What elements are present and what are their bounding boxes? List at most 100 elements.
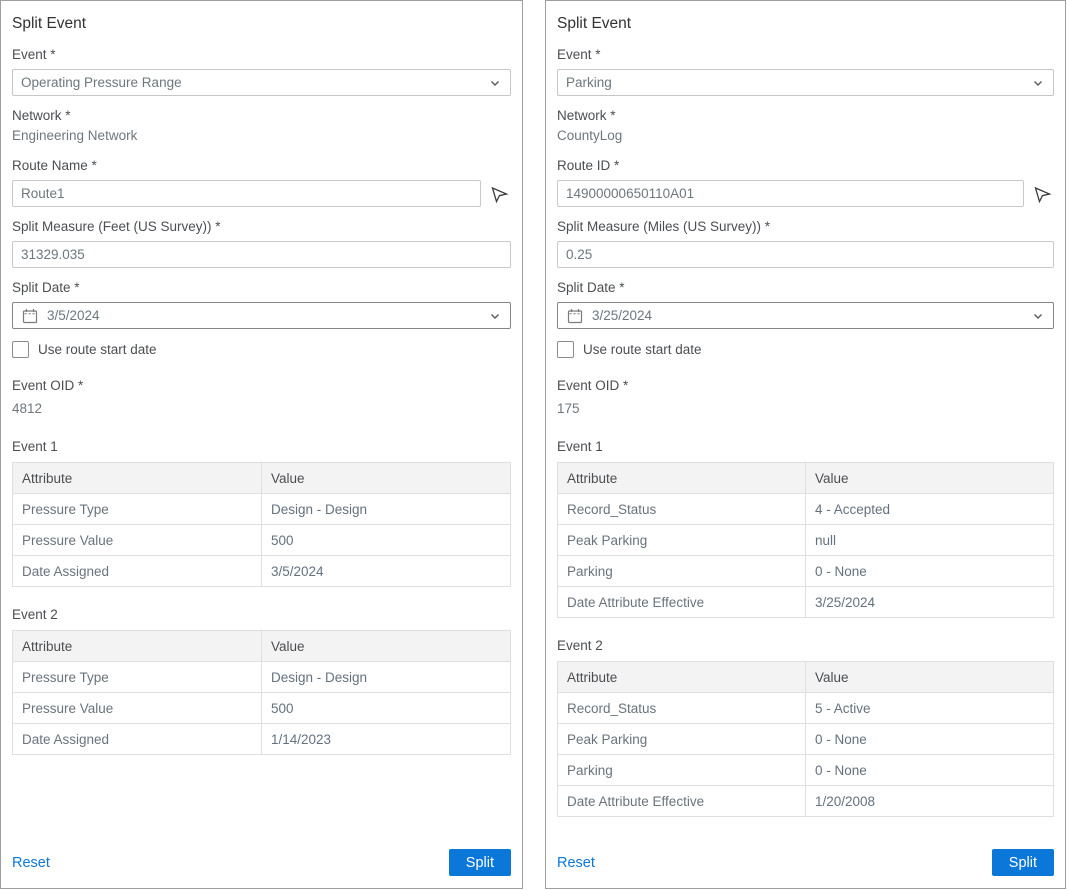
select-on-map-icon[interactable] [1030, 182, 1054, 206]
event1-title: Event 1 [12, 439, 511, 454]
attribute-cell: Date Attribute Effective [558, 587, 806, 618]
value-cell: 500 [262, 693, 511, 724]
event1-title: Event 1 [557, 439, 1054, 454]
reset-button[interactable]: Reset [557, 855, 595, 871]
split-button[interactable]: Split [449, 849, 511, 876]
table-row: Record_Status4 - Accepted [558, 494, 1054, 525]
measure-label: Split Measure (Miles (US Survey)) * [557, 219, 1054, 234]
event-oid-label: Event OID * [12, 378, 511, 393]
select-on-map-icon[interactable] [487, 182, 511, 206]
route-row [12, 180, 511, 207]
event2-title: Event 2 [557, 638, 1054, 653]
page-title: Split Event [12, 15, 511, 33]
date-picker[interactable]: 3/5/2024 [12, 302, 511, 329]
attribute-cell: Parking [558, 556, 806, 587]
event-select[interactable]: Parking [557, 69, 1054, 96]
attribute-cell: Date Assigned [13, 556, 262, 587]
value-column-header: Value [262, 463, 511, 494]
value-column-header: Value [806, 662, 1054, 693]
table-row: Parking0 - None [558, 556, 1054, 587]
split-event-panel-right: Split Event Event * Parking Network * Co… [545, 0, 1066, 889]
table-row: Peak Parkingnull [558, 525, 1054, 556]
attribute-cell: Pressure Value [13, 693, 262, 724]
measure-input[interactable] [557, 241, 1054, 268]
reset-button[interactable]: Reset [12, 855, 50, 871]
table-row: Date Attribute Effective1/20/2008 [558, 786, 1054, 817]
event-oid-value: 4812 [12, 400, 511, 417]
network-value: Engineering Network [12, 127, 511, 144]
date-picker[interactable]: 3/25/2024 [557, 302, 1054, 329]
attribute-cell: Parking [558, 755, 806, 786]
chevron-down-icon [1031, 309, 1045, 323]
event-label: Event * [557, 47, 1054, 62]
attribute-column-header: Attribute [558, 463, 806, 494]
measure-input[interactable] [12, 241, 511, 268]
event2-title: Event 2 [12, 607, 511, 622]
table-row: Date Assigned1/14/2023 [13, 724, 511, 755]
event1-table: Attribute Value Record_Status4 - Accepte… [557, 462, 1054, 618]
attribute-cell: Peak Parking [558, 724, 806, 755]
route-input[interactable] [12, 180, 481, 207]
attribute-cell: Peak Parking [558, 525, 806, 556]
use-route-start-date-checkbox[interactable] [12, 341, 29, 358]
event-label: Event * [12, 47, 511, 62]
value-cell: 5 - Active [806, 693, 1054, 724]
date-label: Split Date * [12, 280, 511, 295]
table-row: Pressure TypeDesign - Design [13, 662, 511, 693]
chevron-down-icon [488, 76, 502, 90]
table-row: Record_Status5 - Active [558, 693, 1054, 724]
network-label: Network * [12, 108, 511, 123]
network-value: CountyLog [557, 127, 1054, 144]
calendar-icon [21, 307, 39, 325]
event-oid-value: 175 [557, 400, 1054, 417]
table-row: Pressure TypeDesign - Design [13, 494, 511, 525]
table-header-row: Attribute Value [558, 463, 1054, 494]
table-row: Date Assigned3/5/2024 [13, 556, 511, 587]
value-column-header: Value [262, 631, 511, 662]
attribute-column-header: Attribute [558, 662, 806, 693]
table-header-row: Attribute Value [13, 463, 511, 494]
route-label: Route Name * [12, 158, 511, 173]
date-label: Split Date * [557, 280, 1054, 295]
table-header-row: Attribute Value [558, 662, 1054, 693]
use-route-start-date-row: Use route start date [12, 341, 511, 358]
calendar-icon [566, 307, 584, 325]
split-button[interactable]: Split [992, 849, 1054, 876]
value-cell: 500 [262, 525, 511, 556]
attribute-column-header: Attribute [13, 463, 262, 494]
value-cell: Design - Design [262, 662, 511, 693]
value-column-header: Value [806, 463, 1054, 494]
event-select-value: Operating Pressure Range [21, 75, 182, 90]
value-cell: 0 - None [806, 724, 1054, 755]
attribute-cell: Date Attribute Effective [558, 786, 806, 817]
footer-actions: Reset Split [557, 839, 1054, 876]
route-row [557, 180, 1054, 207]
value-cell: null [806, 525, 1054, 556]
checkbox-label: Use route start date [38, 342, 157, 357]
value-cell: 3/5/2024 [262, 556, 511, 587]
table-row: Pressure Value500 [13, 525, 511, 556]
use-route-start-date-row: Use route start date [557, 341, 1054, 358]
value-cell: 1/20/2008 [806, 786, 1054, 817]
attribute-cell: Pressure Type [13, 494, 262, 525]
network-label: Network * [557, 108, 1054, 123]
route-label: Route ID * [557, 158, 1054, 173]
table-header-row: Attribute Value [13, 631, 511, 662]
event2-table: Attribute Value Record_Status5 - Active … [557, 661, 1054, 817]
use-route-start-date-checkbox[interactable] [557, 341, 574, 358]
date-value: 3/5/2024 [47, 308, 488, 323]
attribute-column-header: Attribute [13, 631, 262, 662]
measure-label: Split Measure (Feet (US Survey)) * [12, 219, 511, 234]
chevron-down-icon [1031, 76, 1045, 90]
footer-actions: Reset Split [12, 839, 511, 876]
value-cell: 3/25/2024 [806, 587, 1054, 618]
attribute-cell: Pressure Type [13, 662, 262, 693]
event2-table: Attribute Value Pressure TypeDesign - De… [12, 630, 511, 755]
route-input[interactable] [557, 180, 1024, 207]
event-select[interactable]: Operating Pressure Range [12, 69, 511, 96]
event-select-value: Parking [566, 75, 612, 90]
table-row: Date Attribute Effective3/25/2024 [558, 587, 1054, 618]
event-oid-label: Event OID * [557, 378, 1054, 393]
table-row: Pressure Value500 [13, 693, 511, 724]
table-row: Parking0 - None [558, 755, 1054, 786]
